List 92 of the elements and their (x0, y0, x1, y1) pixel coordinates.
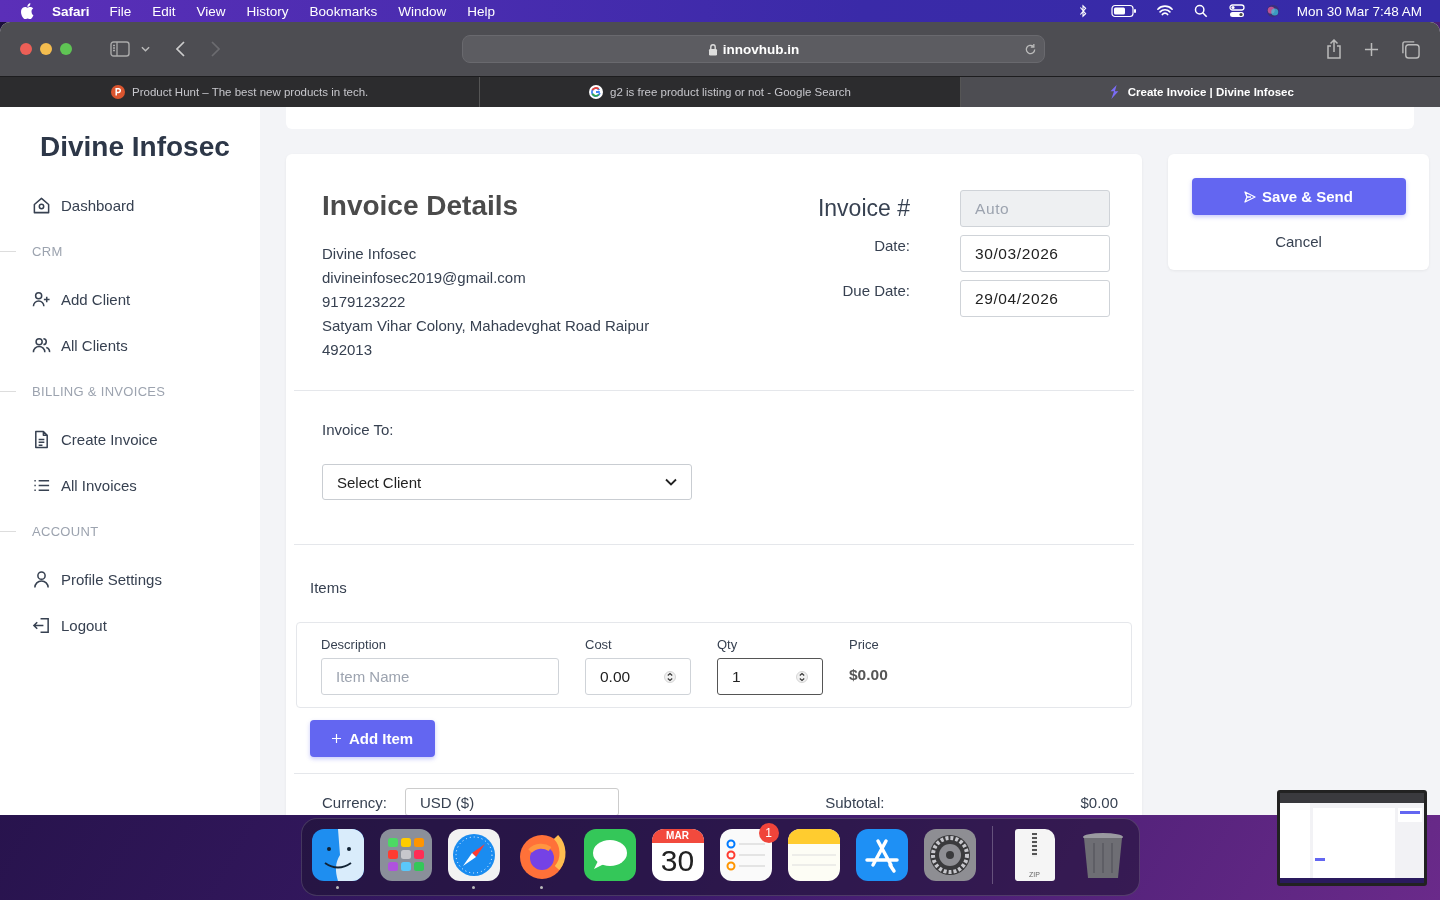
sidebar-icon[interactable] (110, 41, 130, 57)
column-label: Qty (717, 637, 739, 652)
sidebar-link[interactable]: Add Client (32, 287, 260, 311)
price-value: $0.00 (849, 666, 888, 684)
url-text: innovhub.in (722, 41, 800, 57)
apple-icon[interactable] (20, 3, 34, 19)
tab-title: Product Hunt – The best new products in tech. (132, 86, 369, 98)
g-logo-icon (589, 85, 603, 99)
lock-icon (707, 42, 718, 56)
sidebar-link[interactable]: All Clients (32, 333, 260, 357)
company-detail: Satyam Vihar Colony, Mahadevghat Road Raipur 492013 (322, 316, 651, 360)
due-date-field[interactable]: 29/04/2026 (960, 280, 1110, 317)
address-bar[interactable]: innovhub.in (462, 35, 1045, 63)
gear-icon[interactable] (923, 829, 976, 881)
menu-item[interactable]: Window (398, 3, 447, 19)
currency-label: Currency: (322, 793, 388, 811)
tab-title: Create Invoice | Divine Infosec (1127, 86, 1294, 98)
brand-title: Divine Infosec (40, 131, 231, 163)
column-label: Price (849, 637, 880, 652)
new-tab-icon[interactable] (1364, 41, 1379, 57)
date-label: Date: (874, 237, 910, 254)
save-send-button[interactable]: Save & Send (1191, 178, 1406, 215)
invoice-title: Invoice Details (322, 190, 520, 222)
stepper-icon (796, 669, 808, 684)
wifi-icon[interactable] (1156, 4, 1173, 18)
date-field[interactable]: 30/03/2026 (960, 235, 1110, 272)
back-icon[interactable] (176, 41, 185, 57)
browser-tab[interactable]: Create Invoice | Divine Infosec (960, 77, 1440, 107)
add-user-icon (32, 289, 51, 309)
menu-item[interactable]: File (109, 3, 132, 19)
tab-title: g2 is free product listing or not - Google Search (610, 86, 851, 98)
add-item-button[interactable]: Add Item (310, 720, 436, 757)
sidebar-link[interactable]: Dashboard (32, 193, 260, 217)
section-heading: CRM (32, 243, 63, 259)
notepad-icon[interactable] (787, 829, 840, 881)
menu-item[interactable]: Help (467, 3, 495, 19)
invoice-to-label: Invoice To: (322, 421, 395, 438)
menu-clock[interactable]: Mon 30 Mar 7:48 AM (1296, 3, 1422, 19)
tab-overview-icon[interactable] (1401, 39, 1420, 59)
menu-item[interactable]: Bookmarks (309, 3, 378, 19)
compass-icon[interactable] (447, 829, 500, 881)
invoice-number-label: Invoice # (817, 195, 910, 222)
menu-item[interactable]: View (196, 3, 226, 19)
app-store-icon[interactable] (855, 829, 908, 881)
subtotal-label: Subtotal: (825, 793, 885, 811)
chevron-down-icon (665, 478, 677, 486)
chevron-down-icon[interactable] (141, 46, 150, 52)
sidebar-link[interactable]: All Invoices (32, 473, 260, 497)
users-icon (32, 335, 51, 355)
speech-bubble-icon[interactable] (583, 829, 636, 881)
battery-icon[interactable] (1110, 4, 1137, 18)
items-heading: Items (309, 578, 348, 598)
section-heading: ACCOUNT (32, 523, 99, 539)
sidebar-link[interactable]: Profile Settings (32, 567, 260, 591)
currency-select[interactable]: USD ($) (405, 788, 620, 815)
finder-icon[interactable] (311, 829, 364, 881)
client-select[interactable]: Select Client (322, 464, 692, 500)
menu-item[interactable]: History (246, 3, 289, 19)
home-icon (32, 195, 51, 215)
plus-icon (332, 734, 341, 743)
screenshot-thumbnail[interactable] (1277, 790, 1427, 886)
sidebar-link[interactable]: Create Invoice (32, 427, 260, 451)
sidebar-link[interactable]: Logout (32, 613, 260, 637)
checklist-icon[interactable] (719, 829, 772, 881)
send-icon (1244, 190, 1257, 203)
logout-icon (32, 615, 51, 635)
description-field[interactable]: Item Name (321, 658, 559, 695)
reload-icon[interactable] (1024, 42, 1037, 56)
cost-field[interactable]: 0.00 (585, 658, 691, 695)
notification-badge: 1 (758, 823, 779, 843)
section-heading: BILLING & INVOICES (32, 383, 166, 399)
calendar-icon[interactable]: MAR 30 (651, 829, 704, 881)
company-detail: Divine Infosec (322, 244, 418, 264)
user-icon (32, 569, 51, 589)
quantity-field[interactable]: 1 (717, 658, 823, 695)
subtotal-value: $0.00 (1080, 793, 1118, 811)
document-icon (32, 429, 51, 449)
window-controls-icon[interactable] (20, 43, 74, 55)
launchpad-icon[interactable] (379, 829, 432, 881)
p-logo-icon (111, 85, 125, 99)
siri-icon[interactable] (1264, 4, 1281, 18)
menu-app-name[interactable]: Safari (52, 3, 90, 19)
share-icon[interactable] (1326, 39, 1342, 59)
control-center-icon[interactable] (1228, 4, 1245, 18)
due-date-label: Due Date: (842, 282, 910, 299)
search-icon[interactable] (1192, 4, 1209, 18)
column-label: Description (321, 637, 388, 652)
company-detail: 9179123222 (322, 292, 407, 312)
company-detail: divineinfosec2019@gmail.com (322, 268, 527, 288)
column-label: Cost (585, 637, 613, 652)
menu-item[interactable]: Edit (152, 3, 176, 19)
stepper-icon (664, 669, 676, 684)
